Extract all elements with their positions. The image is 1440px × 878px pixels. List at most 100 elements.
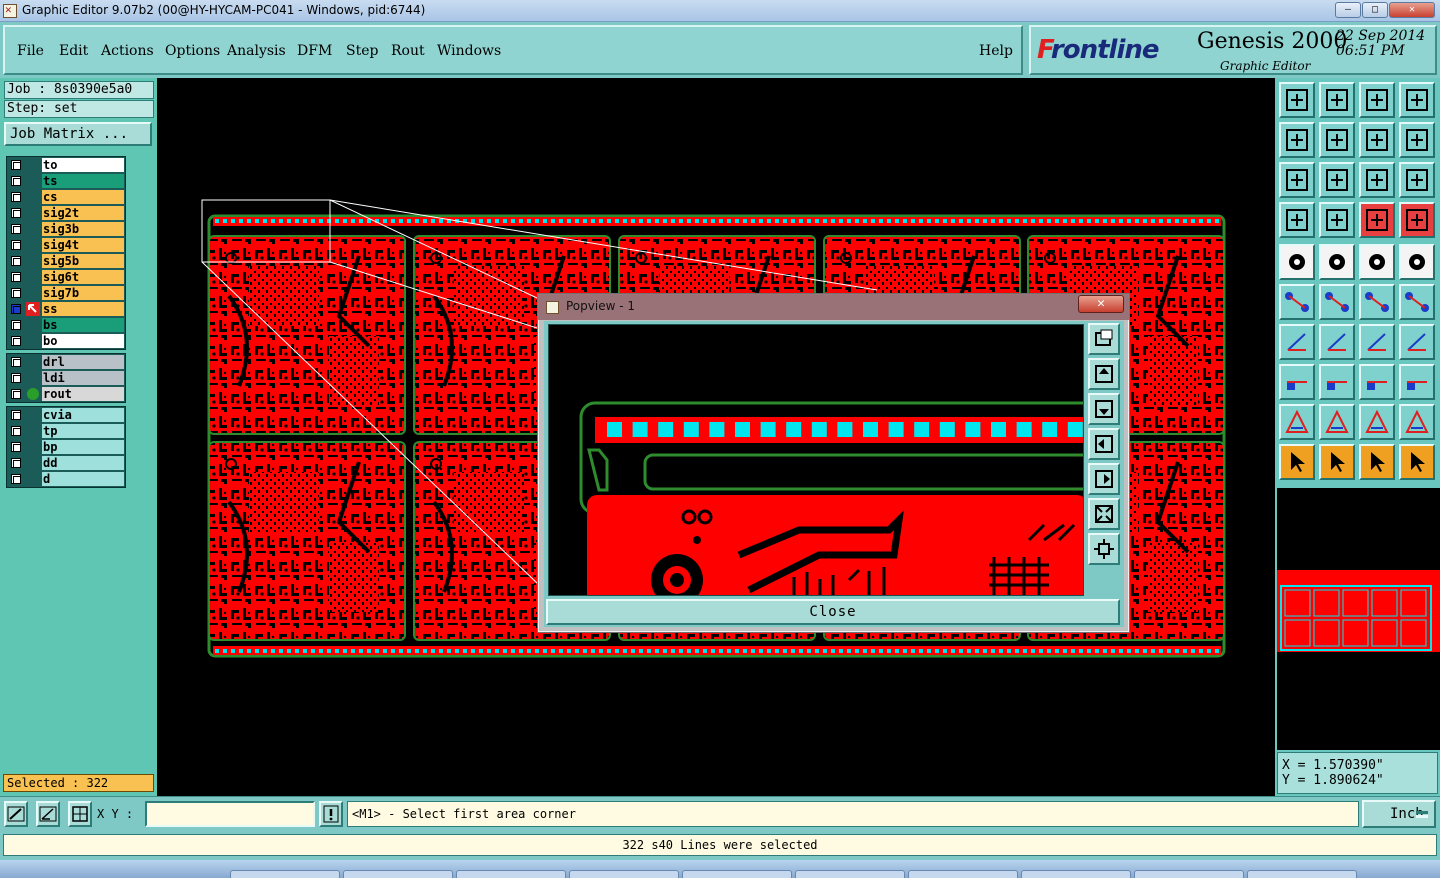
layer-checkbox[interactable] <box>11 224 21 234</box>
add-node-icon[interactable] <box>1279 284 1315 320</box>
menu-step[interactable]: Step <box>346 43 378 59</box>
select-pad-icon[interactable] <box>1279 244 1315 280</box>
popview-pan-left-button[interactable] <box>1088 428 1120 460</box>
line-draw-icon[interactable] <box>1319 324 1355 360</box>
layer-row-sig3b[interactable]: sig3b <box>7 221 125 237</box>
popview-pan-right-button[interactable] <box>1088 463 1120 495</box>
popview-close-icon[interactable]: ✕ <box>1078 295 1124 313</box>
layer-checkbox[interactable] <box>11 240 21 250</box>
grid-icon[interactable] <box>1319 202 1355 238</box>
swap-icon[interactable] <box>1359 122 1395 158</box>
layer-checkbox[interactable] <box>11 426 21 436</box>
layer-row-sig5b[interactable]: sig5b <box>7 253 125 269</box>
redraw-icon[interactable] <box>1399 122 1435 158</box>
layer-compare-icon[interactable] <box>1399 202 1435 238</box>
measure-ruler-icon[interactable] <box>1359 244 1395 280</box>
select-box-icon[interactable] <box>1319 444 1355 480</box>
layer-row-rout[interactable]: rout <box>7 386 125 402</box>
layer-row-sig6t[interactable]: sig6t <box>7 269 125 285</box>
zoom-fit-icon[interactable] <box>1279 162 1315 198</box>
menu-rout[interactable]: Rout <box>391 43 425 59</box>
layer-checkbox[interactable] <box>11 192 21 202</box>
taskbar-item[interactable] <box>1021 870 1131 878</box>
area-triangle-icon[interactable] <box>1279 404 1315 440</box>
popview-zoom-in-button[interactable] <box>1088 498 1120 530</box>
select-rotate-icon[interactable] <box>1359 444 1395 480</box>
layer-row-tp[interactable]: tp <box>7 423 125 439</box>
taskbar-item[interactable] <box>908 870 1018 878</box>
layer-checkbox[interactable] <box>11 320 21 330</box>
grid-toggle-button[interactable] <box>68 801 92 827</box>
layer-checkbox[interactable] <box>11 458 21 468</box>
layer-checkbox[interactable] <box>11 208 21 218</box>
taskbar-item[interactable] <box>1247 870 1357 878</box>
layer-checkbox[interactable] <box>11 373 21 383</box>
add-pad-icon[interactable] <box>1399 244 1435 280</box>
layer-checkbox[interactable] <box>11 474 21 484</box>
mirror-icon[interactable] <box>1399 324 1435 360</box>
menu-analysis[interactable]: Analysis <box>227 43 286 59</box>
layer-display-icon[interactable] <box>1359 202 1395 238</box>
taskbar-item[interactable] <box>456 870 566 878</box>
arc-triangle-icon[interactable] <box>1359 404 1395 440</box>
popview-zoom-out-button[interactable] <box>1088 533 1120 565</box>
vertex-triangle-icon[interactable] <box>1319 404 1355 440</box>
select-net-icon[interactable] <box>1399 444 1435 480</box>
profile-icon[interactable] <box>1279 202 1315 238</box>
job-matrix-button[interactable]: Job Matrix ... <box>4 122 152 146</box>
zoom-center-icon[interactable] <box>1319 162 1355 198</box>
group-icon[interactable] <box>1399 364 1435 400</box>
layer-checkbox[interactable] <box>11 357 21 367</box>
layer-row-dd[interactable]: dd <box>7 455 125 471</box>
layer-checkbox[interactable] <box>11 288 21 298</box>
layer-row-ss[interactable]: ss <box>7 301 125 317</box>
rotate-icon[interactable] <box>1359 324 1395 360</box>
menu-dfm[interactable]: DFM <box>297 43 332 59</box>
layer-row-drl[interactable]: drl <box>7 354 125 370</box>
scale-1-2-icon[interactable] <box>1359 162 1395 198</box>
layer-checkbox[interactable] <box>11 160 21 170</box>
layer-checkbox[interactable] <box>11 410 21 420</box>
layer-checkbox[interactable] <box>11 272 21 282</box>
delete-node-icon[interactable] <box>1319 284 1355 320</box>
menu-windows[interactable]: Windows <box>437 43 501 59</box>
taskbar-item[interactable] <box>569 870 679 878</box>
taskbar-item[interactable] <box>1134 870 1244 878</box>
pointer-icon[interactable] <box>1279 444 1315 480</box>
line-triangle-icon[interactable] <box>1399 404 1435 440</box>
layer-row-sig7b[interactable]: sig7b <box>7 285 125 301</box>
menu-help[interactable]: Help <box>979 43 1013 59</box>
layer-row-sig4t[interactable]: sig4t <box>7 237 125 253</box>
maximize-button[interactable]: □ <box>1362 2 1388 18</box>
popview-zoom-view[interactable] <box>548 324 1084 596</box>
taskbar-item[interactable] <box>230 870 340 878</box>
layer-checkbox[interactable] <box>11 256 21 266</box>
layer-row-d[interactable]: d <box>7 471 125 487</box>
taskbar-item[interactable] <box>343 870 453 878</box>
pan-left-icon[interactable] <box>1279 122 1315 158</box>
menu-file[interactable]: File <box>17 43 44 59</box>
popview-pan-down-button[interactable] <box>1088 393 1120 425</box>
alert-icon[interactable] <box>319 801 343 827</box>
taskbar-item[interactable] <box>682 870 792 878</box>
unit-selector[interactable]: Inch <box>1362 800 1436 828</box>
split-view-icon[interactable] <box>1399 82 1435 118</box>
layer-row-bp[interactable]: bp <box>7 439 125 455</box>
measure-toggle-button[interactable] <box>36 801 60 827</box>
layer-row-cvia[interactable]: cvia <box>7 407 125 423</box>
layer-checkbox[interactable] <box>11 176 21 186</box>
taskbar-item[interactable] <box>795 870 905 878</box>
layer-row-cs[interactable]: cs <box>7 189 125 205</box>
layer-checkbox[interactable] <box>11 442 21 452</box>
popview-zoom-home-button[interactable] <box>1088 323 1120 355</box>
popview-close-button[interactable]: Close <box>546 599 1120 625</box>
select-line-icon[interactable] <box>1319 244 1355 280</box>
menu-edit[interactable]: Edit <box>59 43 88 59</box>
popview-pan-up-button[interactable] <box>1088 358 1120 390</box>
query-icon[interactable] <box>1399 162 1435 198</box>
snap-pad-icon[interactable] <box>1279 364 1315 400</box>
close-window-button[interactable]: ✕ <box>1389 2 1435 18</box>
pan-right-icon[interactable] <box>1319 122 1355 158</box>
layer-row-sig2t[interactable]: sig2t <box>7 205 125 221</box>
layer-down-icon[interactable] <box>1319 82 1355 118</box>
